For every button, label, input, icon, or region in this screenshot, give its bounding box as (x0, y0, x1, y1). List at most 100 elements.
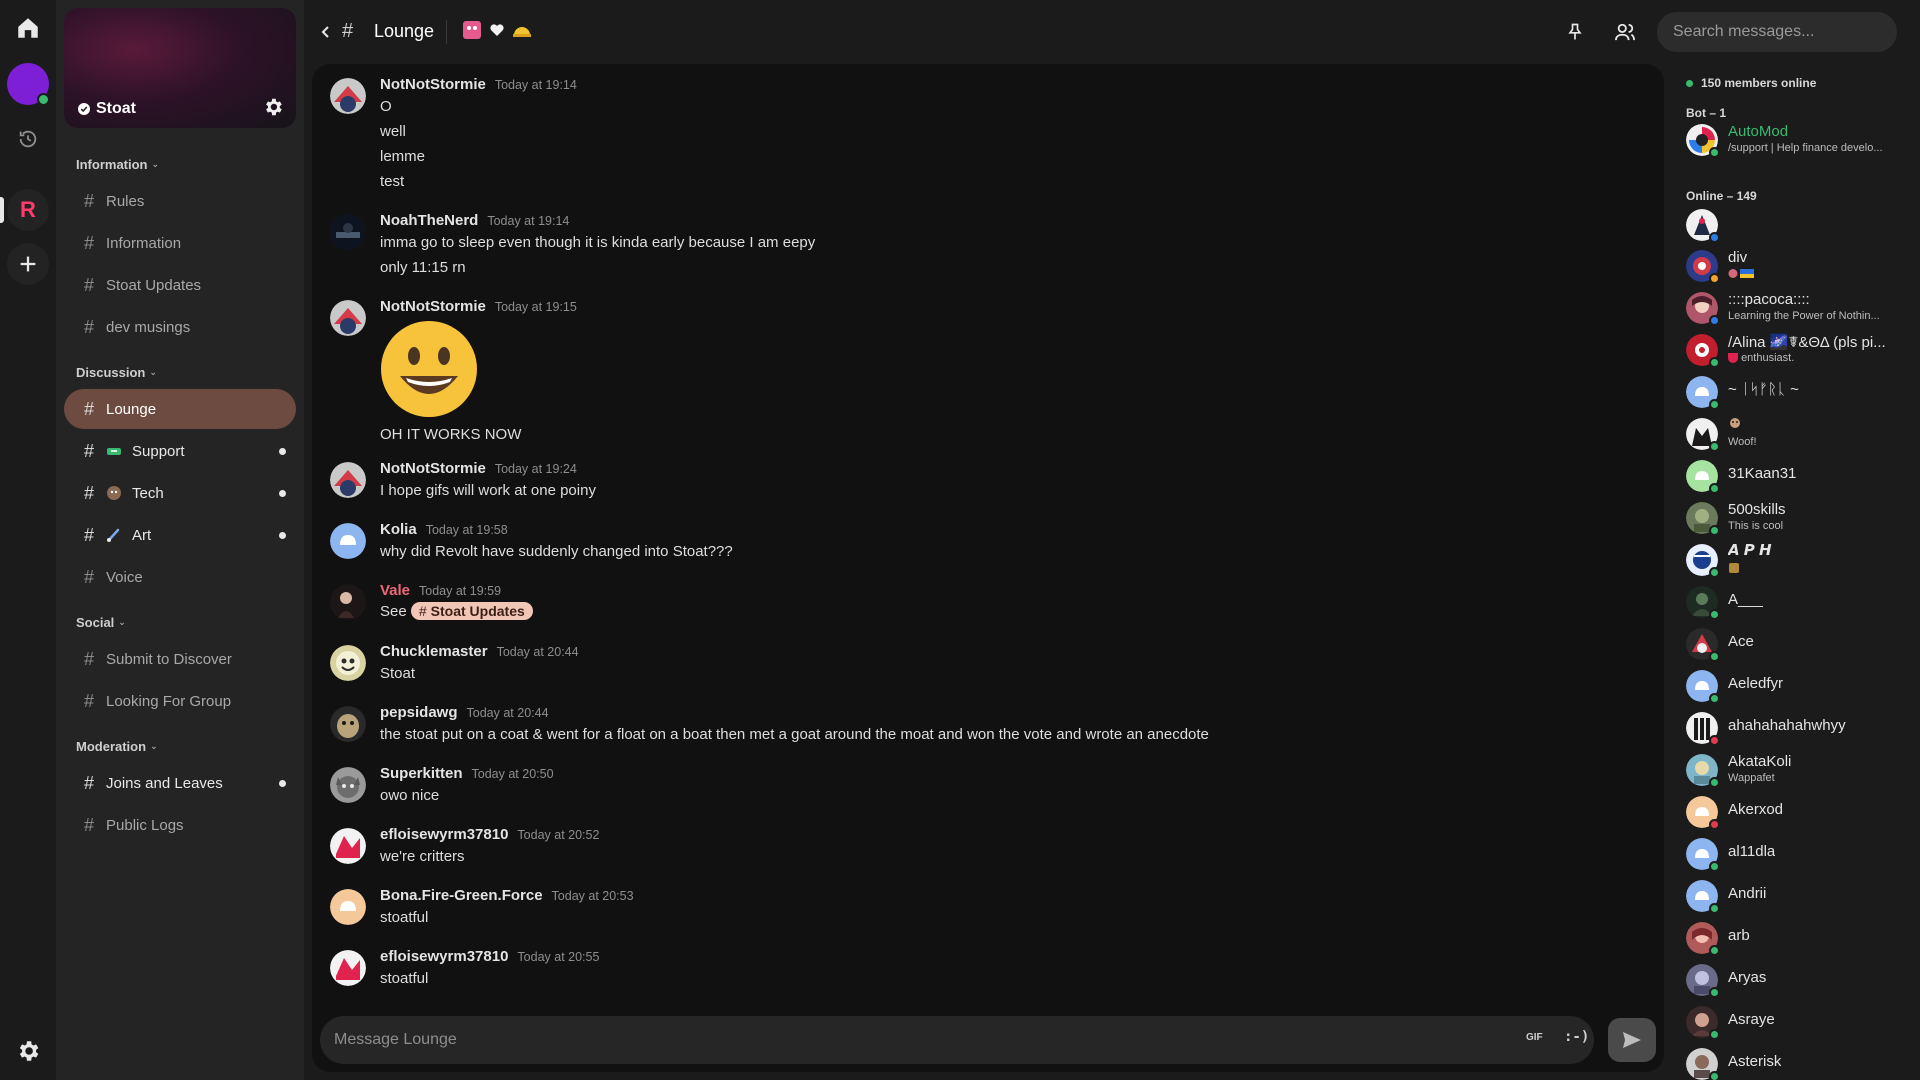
category-discussion[interactable]: Discussion ⌄ (76, 365, 157, 380)
server-icon-revolt[interactable]: R (7, 189, 49, 231)
message-author[interactable]: NoahTheNerd (380, 212, 478, 229)
channel-art[interactable]: # Art (64, 515, 296, 555)
member-item[interactable]: ~ ᛁᛋᚠᚱᚳ ~ (1686, 373, 1908, 411)
channel-title: Lounge (374, 21, 435, 41)
message-header: efloisewyrm37810 Today at 20:55 (380, 948, 599, 965)
member-item[interactable]: div (1686, 247, 1908, 285)
member-item[interactable]: A___ (1686, 583, 1908, 621)
member-item[interactable]: ::::pacoca:::: Learning the Power of Not… (1686, 289, 1908, 327)
member-name: div (1728, 249, 1748, 266)
member-item[interactable]: arb (1686, 919, 1908, 957)
user-avatar[interactable] (330, 462, 366, 498)
member-item[interactable]: 31Kaan31 (1686, 457, 1908, 495)
message-author[interactable]: NotNotStormie (380, 76, 486, 93)
online-status-dot (37, 93, 50, 106)
channel-tech[interactable]: # Tech (64, 473, 296, 513)
send-button[interactable] (1608, 1018, 1656, 1062)
message-timestamp: Today at 19:58 (425, 523, 508, 537)
member-item-automod[interactable]: AutoMod /support | Help finance develo..… (1686, 121, 1908, 163)
message-author[interactable]: efloisewyrm37810 (380, 826, 508, 843)
user-avatar[interactable] (330, 300, 366, 336)
message-author[interactable]: Vale (380, 582, 410, 599)
user-avatar[interactable] (330, 214, 366, 250)
back-button[interactable] (320, 24, 332, 40)
message: efloisewyrm37810 Today at 20:55 stoatful (330, 948, 1630, 998)
member-item[interactable]: AkataKoli Wappafet (1686, 751, 1908, 789)
channel-dev-musings[interactable]: # dev musings (64, 307, 296, 347)
message-input[interactable] (320, 1016, 1470, 1064)
channel-support[interactable]: # Support (64, 431, 296, 471)
channel-rules[interactable]: # Rules (64, 181, 296, 221)
channel-joins-and-leaves[interactable]: # Joins and Leaves (64, 763, 296, 803)
message-author[interactable]: NotNotStormie (380, 460, 486, 477)
message-author[interactable]: NotNotStormie (380, 298, 486, 315)
member-name: ~ ᛁᛋᚠᚱᚳ ~ (1728, 381, 1799, 398)
category-information[interactable]: Information ⌄ (76, 157, 159, 172)
channel-information[interactable]: # Information (64, 223, 296, 263)
user-avatar[interactable] (330, 889, 366, 925)
pinned-messages-button[interactable] (1565, 22, 1585, 42)
history-button[interactable] (7, 118, 49, 160)
channel-public-logs[interactable]: # Public Logs (64, 805, 296, 845)
home-button[interactable] (7, 7, 49, 49)
message-text: lemme (380, 148, 426, 165)
category-social[interactable]: Social ⌄ (76, 615, 126, 630)
member-item[interactable]: Asterisk (1686, 1045, 1908, 1080)
channel-looking-for-group[interactable]: # Looking For Group (64, 681, 296, 721)
member-item[interactable]: ahahahahahwhyy (1686, 709, 1908, 747)
user-avatar[interactable] (330, 523, 366, 559)
user-avatar[interactable] (330, 767, 366, 803)
member-item[interactable]: /Alina 🌌☤&ΘΔ (pls pi... enthusiast. (1686, 331, 1908, 369)
member-item[interactable]: Aeledfyr (1686, 667, 1908, 705)
chevron-down-icon: ⌄ (150, 741, 158, 751)
paintbrush-icon (106, 527, 122, 543)
home-icon (18, 18, 38, 38)
support-emoji-icon (106, 443, 122, 459)
user-avatar[interactable] (330, 584, 366, 620)
message: Kolia Today at 19:58 why did Revolt have… (330, 521, 1630, 571)
member-item[interactable]: Asraye (1686, 1003, 1908, 1041)
server-name-text: Stoat (96, 100, 136, 117)
channel-voice[interactable]: # Voice (64, 557, 296, 597)
member-item[interactable]: Andrii (1686, 877, 1908, 915)
message-author[interactable]: Bona.Fire-Green.Force (380, 887, 543, 904)
server-settings-button[interactable] (262, 96, 284, 118)
channel-label: Support (132, 442, 185, 460)
member-item[interactable]: Akerxod (1686, 793, 1908, 831)
user-settings-button[interactable] (7, 1030, 49, 1072)
user-avatar[interactable] (330, 645, 366, 681)
member-item[interactable] (1686, 206, 1908, 244)
user-avatar[interactable] (330, 706, 366, 742)
member-item[interactable]: Aryas (1686, 961, 1908, 999)
user-avatar[interactable] (330, 950, 366, 986)
channel-lounge[interactable]: # Lounge (64, 389, 296, 429)
channel-label: Public Logs (106, 816, 184, 834)
message-author[interactable]: Chucklemaster (380, 643, 488, 660)
member-list-toggle[interactable] (1614, 22, 1636, 42)
message-author[interactable]: Kolia (380, 521, 417, 538)
user-avatar[interactable] (330, 78, 366, 114)
member-item[interactable]: 500skills This is cool (1686, 499, 1908, 537)
search-input[interactable] (1657, 12, 1897, 52)
channel-stoat-updates[interactable]: # Stoat Updates (64, 265, 296, 305)
message-author[interactable]: pepsidawg (380, 704, 458, 721)
channel-submit-to-discover[interactable]: # Submit to Discover (64, 639, 296, 679)
mention-label: Stoat Updates (430, 603, 525, 619)
gif-button[interactable]: GIF (1526, 1032, 1543, 1043)
server-banner[interactable]: Stoat (64, 8, 296, 128)
member-item[interactable]: al11dla (1686, 835, 1908, 873)
message-text: Stoat (380, 665, 416, 682)
message-text: we're critters (380, 848, 465, 865)
member-item[interactable]: Woof! (1686, 415, 1908, 453)
emoji-picker-button[interactable]: :-) (1564, 1029, 1589, 1045)
member-item[interactable]: 𝘼 𝙋 𝙃 (1686, 541, 1908, 579)
message-author[interactable]: Superkitten (380, 765, 463, 782)
channel-mention-link[interactable]: # Stoat Updates (410, 602, 533, 620)
user-avatar[interactable] (330, 828, 366, 864)
add-server-button[interactable] (7, 243, 49, 285)
message-author[interactable]: efloisewyrm37810 (380, 948, 508, 965)
category-moderation[interactable]: Moderation ⌄ (76, 739, 158, 754)
status-online (1709, 525, 1720, 536)
user-avatar-button[interactable] (7, 63, 50, 106)
member-item[interactable]: Ace (1686, 625, 1908, 663)
